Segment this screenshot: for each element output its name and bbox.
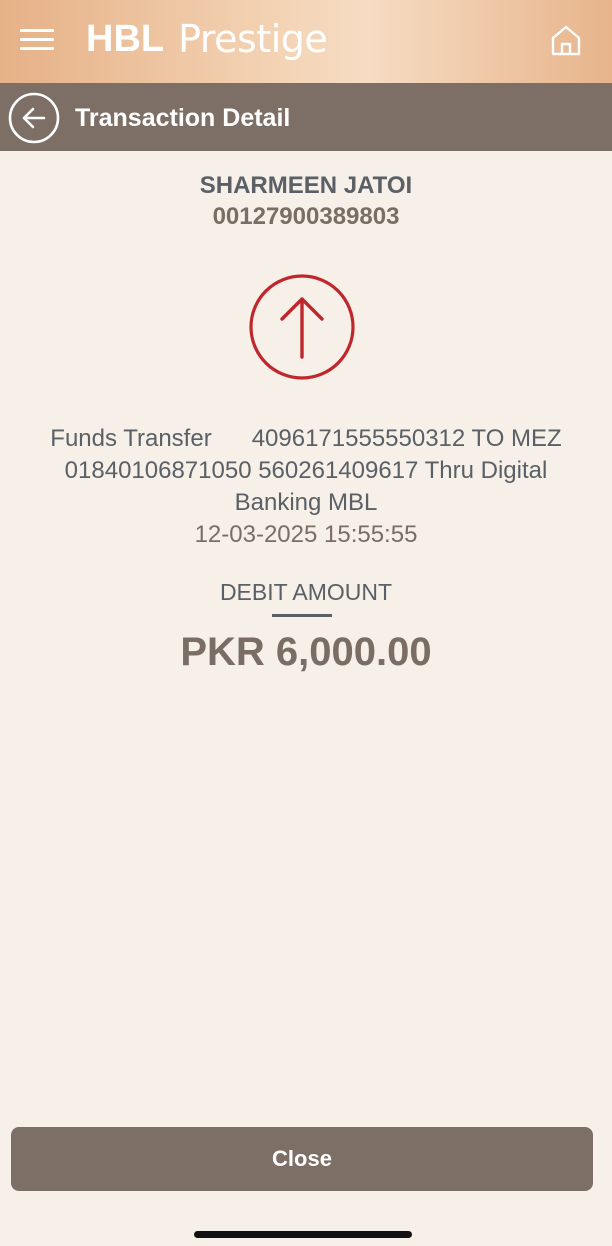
debit-arrow-up-icon — [248, 273, 356, 381]
hamburger-menu-icon[interactable] — [20, 29, 54, 51]
account-number: 00127900389803 — [212, 203, 400, 230]
home-icon[interactable] — [548, 22, 584, 58]
menu-line — [20, 47, 54, 50]
back-arrow-icon[interactable] — [8, 92, 60, 144]
home-indicator[interactable] — [194, 1231, 412, 1238]
page-title: Transaction Detail — [75, 104, 291, 132]
menu-line — [20, 29, 54, 32]
brand-logo: HBL Prestige — [86, 14, 328, 64]
debit-arrow-up-icon-svg — [249, 274, 355, 380]
page-header: Transaction Detail — [0, 83, 612, 151]
brand-logo-mark: HBL — [86, 18, 165, 60]
transaction-datetime: 12-03-2025 15:55:55 — [194, 521, 418, 548]
app-header: HBL Prestige — [0, 0, 612, 83]
back-arrow-icon-svg — [8, 92, 60, 144]
home-icon-svg — [551, 25, 581, 56]
transaction-amount: PKR 6,000.00 — [180, 630, 432, 674]
menu-line — [20, 38, 54, 41]
amount-divider — [272, 614, 332, 617]
brand-name: Prestige — [178, 17, 328, 61]
close-button[interactable]: Close — [11, 1127, 593, 1191]
account-name: SHARMEEN JATOI — [199, 172, 413, 199]
transaction-description: Funds Transfer 4096171555550312 TO MEZ 0… — [50, 425, 569, 516]
amount-label: DEBIT AMOUNT — [219, 579, 393, 605]
